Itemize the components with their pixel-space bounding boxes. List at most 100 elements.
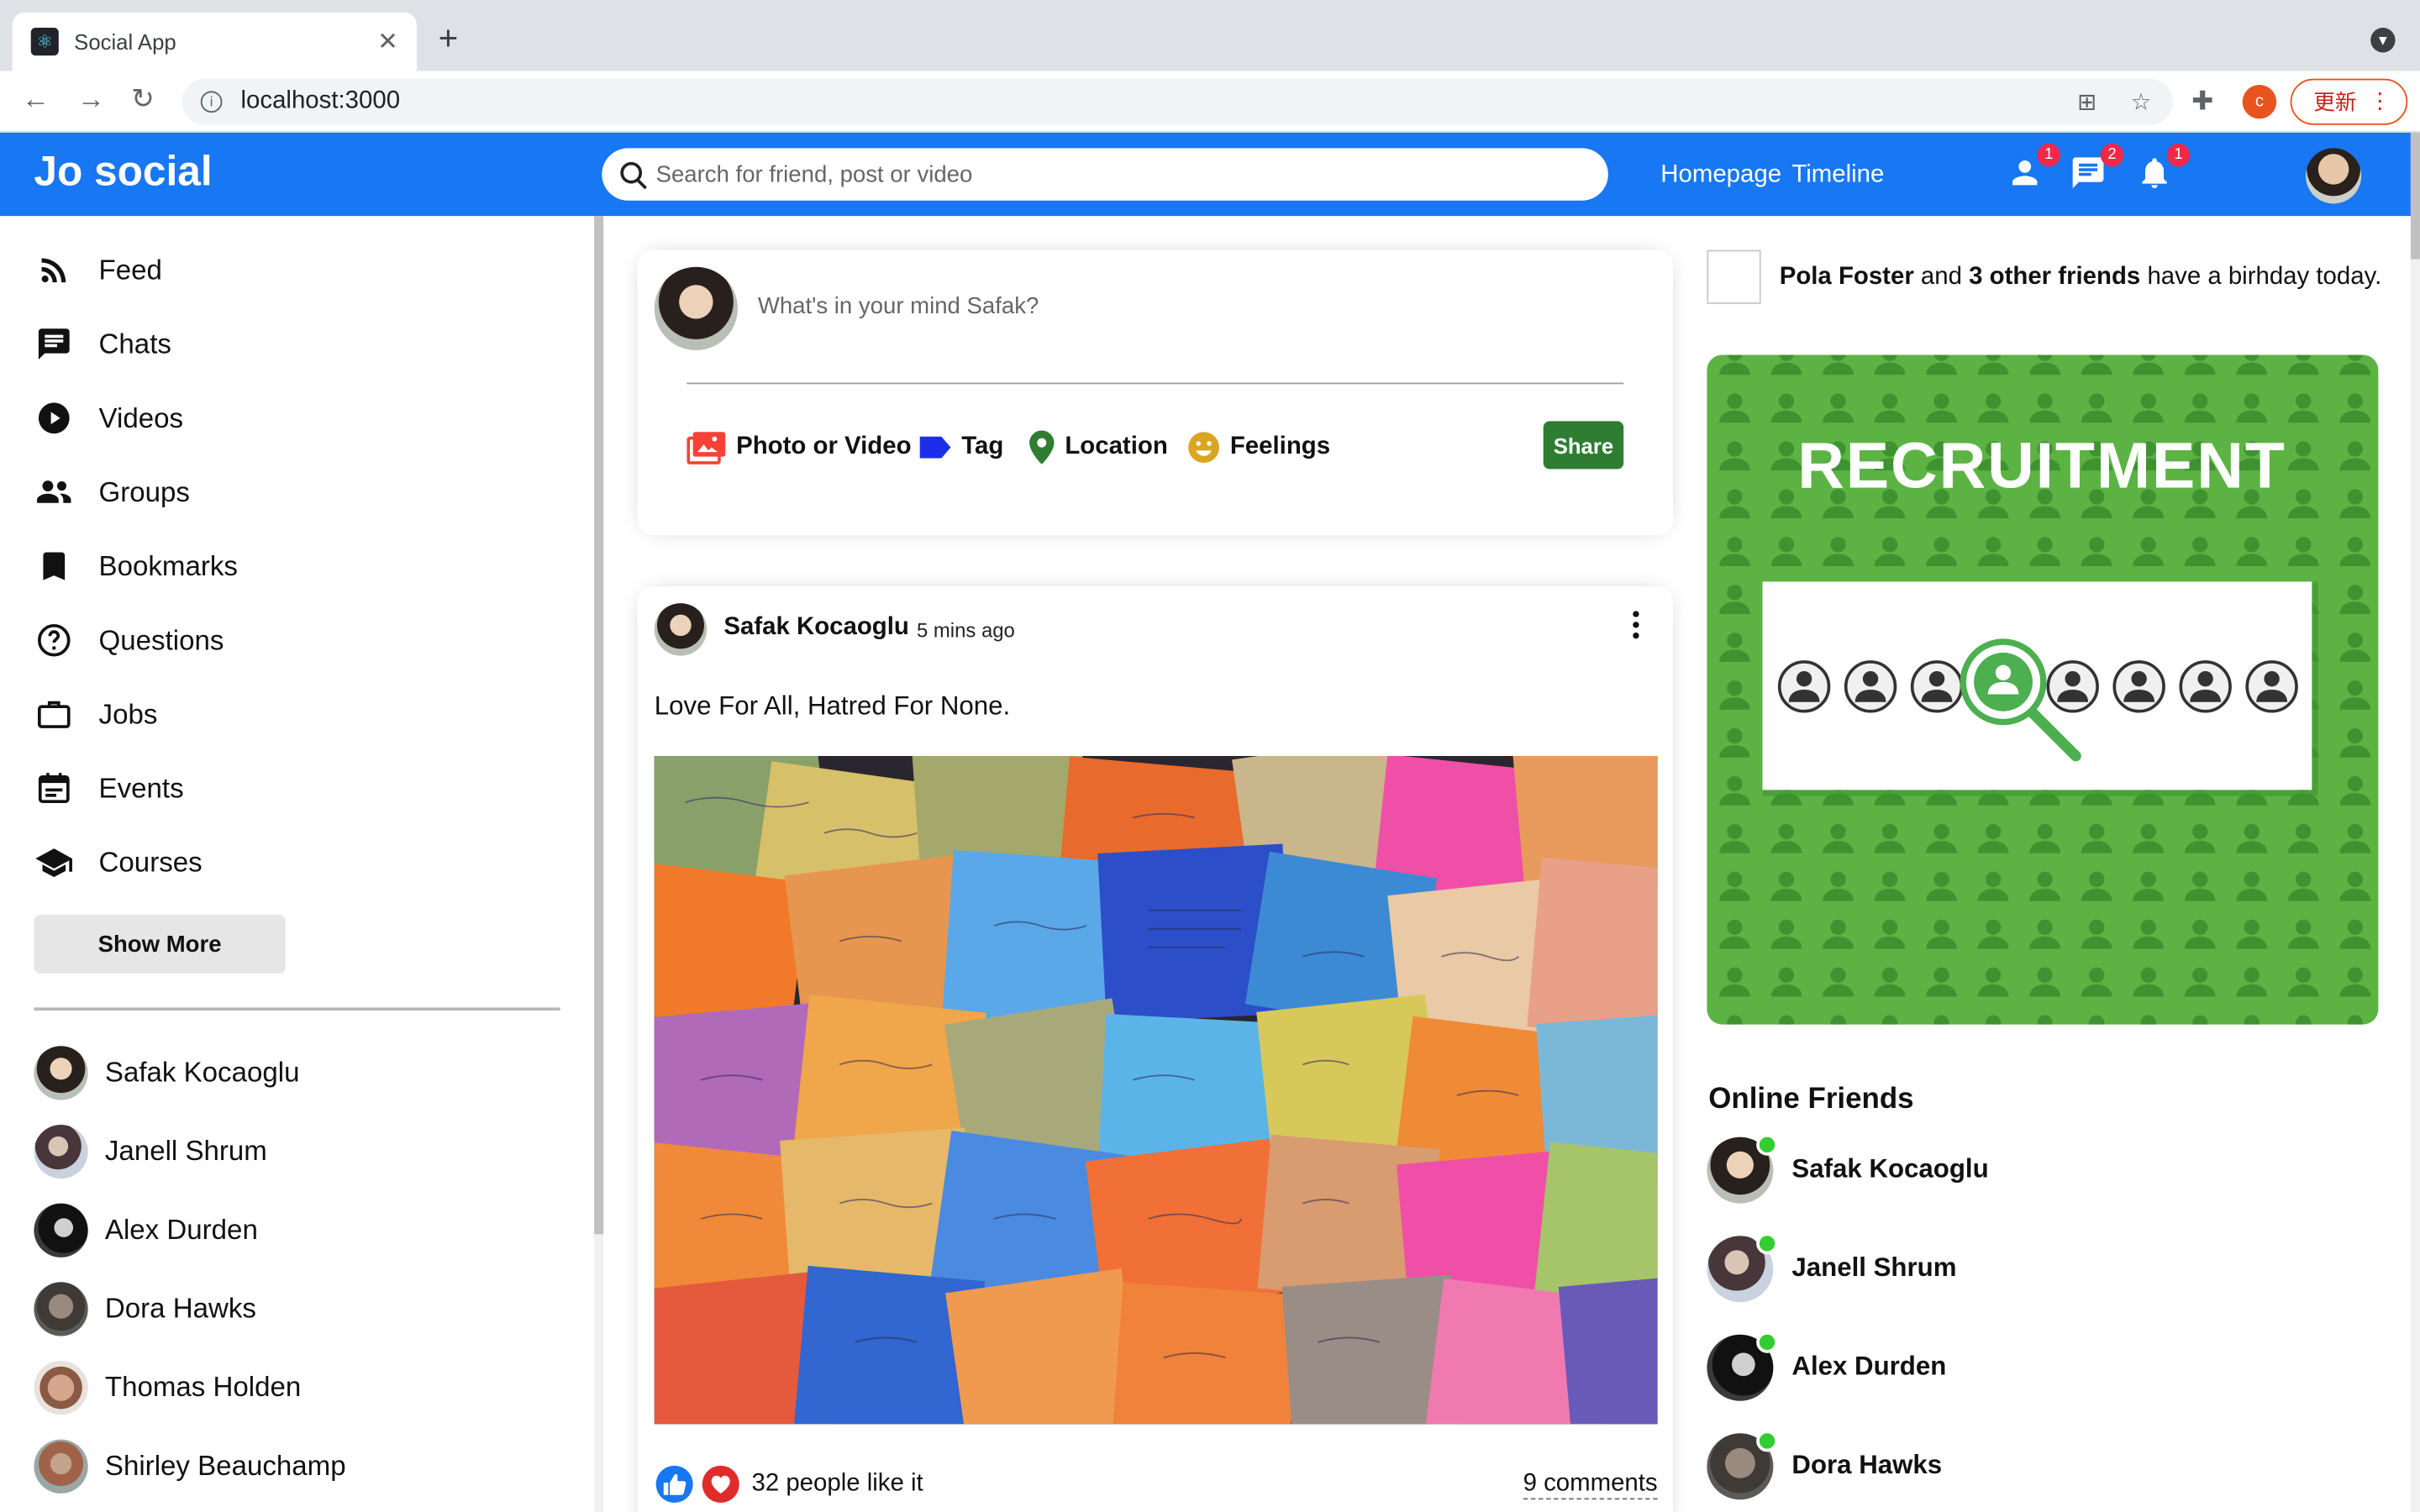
online-friend[interactable]: Alex Durden xyxy=(1707,1331,1946,1401)
more-vert-icon[interactable] xyxy=(1625,611,1647,639)
translate-icon[interactable]: ⊞ xyxy=(2077,88,2096,116)
sidebar-item-videos[interactable]: Videos xyxy=(34,395,183,441)
option-label: Tag xyxy=(961,433,1004,460)
school-icon xyxy=(34,843,74,883)
sidebar-item-label: Feed xyxy=(98,254,162,285)
share-button[interactable]: Share xyxy=(1543,421,1624,470)
notifications-button[interactable]: 1 xyxy=(2136,143,2191,195)
url-text[interactable]: localhost:3000 xyxy=(241,88,401,116)
perm-media-icon xyxy=(687,430,727,465)
tab-search-icon[interactable]: ▼ xyxy=(2370,28,2396,53)
avatar xyxy=(1707,1429,1778,1499)
comments-link[interactable]: 9 comments xyxy=(1523,1470,1658,1500)
online-friend-name: Safak Kocaoglu xyxy=(1791,1153,1989,1184)
birthday-others[interactable]: 3 other friends xyxy=(1969,263,2140,289)
friend-requests-badge: 1 xyxy=(2037,143,2060,167)
sidebar-friend[interactable]: Janell Shrum xyxy=(34,1123,267,1179)
show-more-button[interactable]: Show More xyxy=(34,915,286,974)
sidebar-scrollbar[interactable] xyxy=(594,216,604,1512)
sidebar-friend[interactable]: Thomas Holden xyxy=(34,1359,301,1415)
online-status-dot xyxy=(1756,1331,1778,1352)
site-info-icon[interactable]: i xyxy=(200,91,223,113)
new-tab-icon[interactable]: + xyxy=(439,18,459,59)
page-scroll-thumb[interactable] xyxy=(2410,132,2420,260)
friend-requests-button[interactable]: 1 xyxy=(2007,143,2060,195)
sidebar-item-groups[interactable]: Groups xyxy=(34,469,190,515)
update-button[interactable]: 更新 ⋮ xyxy=(2290,78,2408,125)
like-icon[interactable] xyxy=(655,1465,695,1510)
help-outline-icon xyxy=(34,620,74,660)
timeline-link[interactable]: Timeline xyxy=(1791,162,1884,190)
sidebar-item-events[interactable]: Events xyxy=(34,765,184,811)
sidebar-friend[interactable]: Shirley Beauchamp xyxy=(34,1438,346,1494)
messages-button[interactable]: 2 xyxy=(2070,143,2124,195)
search-icon xyxy=(620,160,643,183)
avatar[interactable] xyxy=(654,603,708,656)
browser-tab[interactable]: ⚛ Social App ✕ xyxy=(12,12,417,71)
close-tab-icon[interactable]: ✕ xyxy=(377,26,398,57)
logo[interactable]: Jo social xyxy=(34,148,212,196)
online-friends-title: Online Friends xyxy=(1708,1083,1914,1116)
online-status-dot xyxy=(1756,1231,1778,1254)
avatar xyxy=(654,266,738,350)
emoji-emotions-icon xyxy=(1186,430,1220,464)
share-divider xyxy=(687,382,1624,385)
option-label: Location xyxy=(1065,433,1168,460)
rss-feed-icon xyxy=(34,250,74,291)
search-bar[interactable] xyxy=(602,148,1608,201)
post-footer: 32 people like it 9 comments xyxy=(655,1465,1658,1506)
post-text: Love For All, Hatred For None. xyxy=(654,690,1011,721)
back-arrow-icon[interactable]: ← xyxy=(22,83,50,116)
photo-or-video-option[interactable]: Photo or Video xyxy=(687,429,912,466)
sidebar-friend[interactable]: Dora Hawks xyxy=(34,1280,256,1336)
sidebar-item-feed[interactable]: Feed xyxy=(34,247,162,293)
share-input[interactable] xyxy=(757,292,1623,320)
sidebar-item-label: Jobs xyxy=(98,698,158,729)
page-scrollbar[interactable] xyxy=(2410,132,2420,1512)
online-friend[interactable]: Safak Kocaoglu xyxy=(1707,1133,1989,1204)
birthday-name[interactable]: Pola Foster xyxy=(1780,263,1914,289)
post-username[interactable]: Safak Kocaoglu xyxy=(723,614,908,642)
reload-icon[interactable]: ↻ xyxy=(131,83,155,116)
tag-option[interactable]: Tag xyxy=(918,429,1004,466)
user-avatar[interactable] xyxy=(2306,148,2362,204)
sidebar-item-questions[interactable]: Questions xyxy=(34,617,224,664)
post: Safak Kocaoglu 5 mins ago Love For All, … xyxy=(637,585,1673,1512)
work-outline-icon xyxy=(34,695,74,735)
extensions-icon[interactable]: ✚ xyxy=(2191,87,2213,118)
forward-arrow-icon[interactable]: → xyxy=(77,83,105,116)
heart-icon[interactable] xyxy=(701,1465,741,1510)
browser-tab-bar: ⚛ Social App ✕ + ▼ xyxy=(0,0,2420,71)
online-friend-name: Janell Shrum xyxy=(1791,1252,1957,1283)
feelings-option[interactable]: Feelings xyxy=(1186,429,1330,466)
profile-avatar[interactable]: c xyxy=(2242,85,2277,119)
bookmark-star-icon[interactable]: ☆ xyxy=(2131,88,2152,116)
post-image[interactable] xyxy=(654,755,1658,1425)
address-bar[interactable]: i localhost:3000 ⊞ ☆ xyxy=(182,78,2174,125)
group-icon xyxy=(34,472,74,512)
browser-toolbar: ← → ↻ i localhost:3000 ⊞ ☆ ✚ c 更新 ⋮ xyxy=(0,71,2420,133)
sidebar-friend[interactable]: Safak Kocaoglu xyxy=(34,1044,299,1100)
homepage-link[interactable]: Homepage xyxy=(1660,162,1781,190)
sidebar-item-label: Videos xyxy=(98,402,184,433)
avatar xyxy=(34,1124,88,1179)
sidebar-item-bookmarks[interactable]: Bookmarks xyxy=(34,543,238,590)
friend-name: Shirley Beauchamp xyxy=(104,1449,346,1481)
search-input[interactable] xyxy=(655,160,1551,188)
sidebar-item-courses[interactable]: Courses xyxy=(34,839,203,885)
friend-name: Safak Kocaoglu xyxy=(104,1056,300,1087)
sidebar-item-jobs[interactable]: Jobs xyxy=(34,691,157,738)
sidebar-scroll-thumb[interactable] xyxy=(594,216,604,1235)
more-menu-icon[interactable]: ⋮ xyxy=(2369,88,2391,114)
location-option[interactable]: Location xyxy=(1028,429,1168,466)
sidebar-item-chats[interactable]: Chats xyxy=(34,321,171,367)
online-friend[interactable]: Janell Shrum xyxy=(1707,1231,1957,1302)
bookmark-icon xyxy=(34,546,74,586)
birthday-middle: and xyxy=(1913,263,1970,290)
online-friend[interactable]: Dora Hawks xyxy=(1707,1429,1942,1499)
sidebar-friend[interactable]: Alex Durden xyxy=(34,1202,258,1257)
sticky-notes-image xyxy=(654,755,1658,1425)
recruitment-ad[interactable]: RECRUITMENT xyxy=(1707,354,2379,1025)
room-icon xyxy=(1028,429,1055,466)
sidebar-divider xyxy=(34,1007,560,1011)
